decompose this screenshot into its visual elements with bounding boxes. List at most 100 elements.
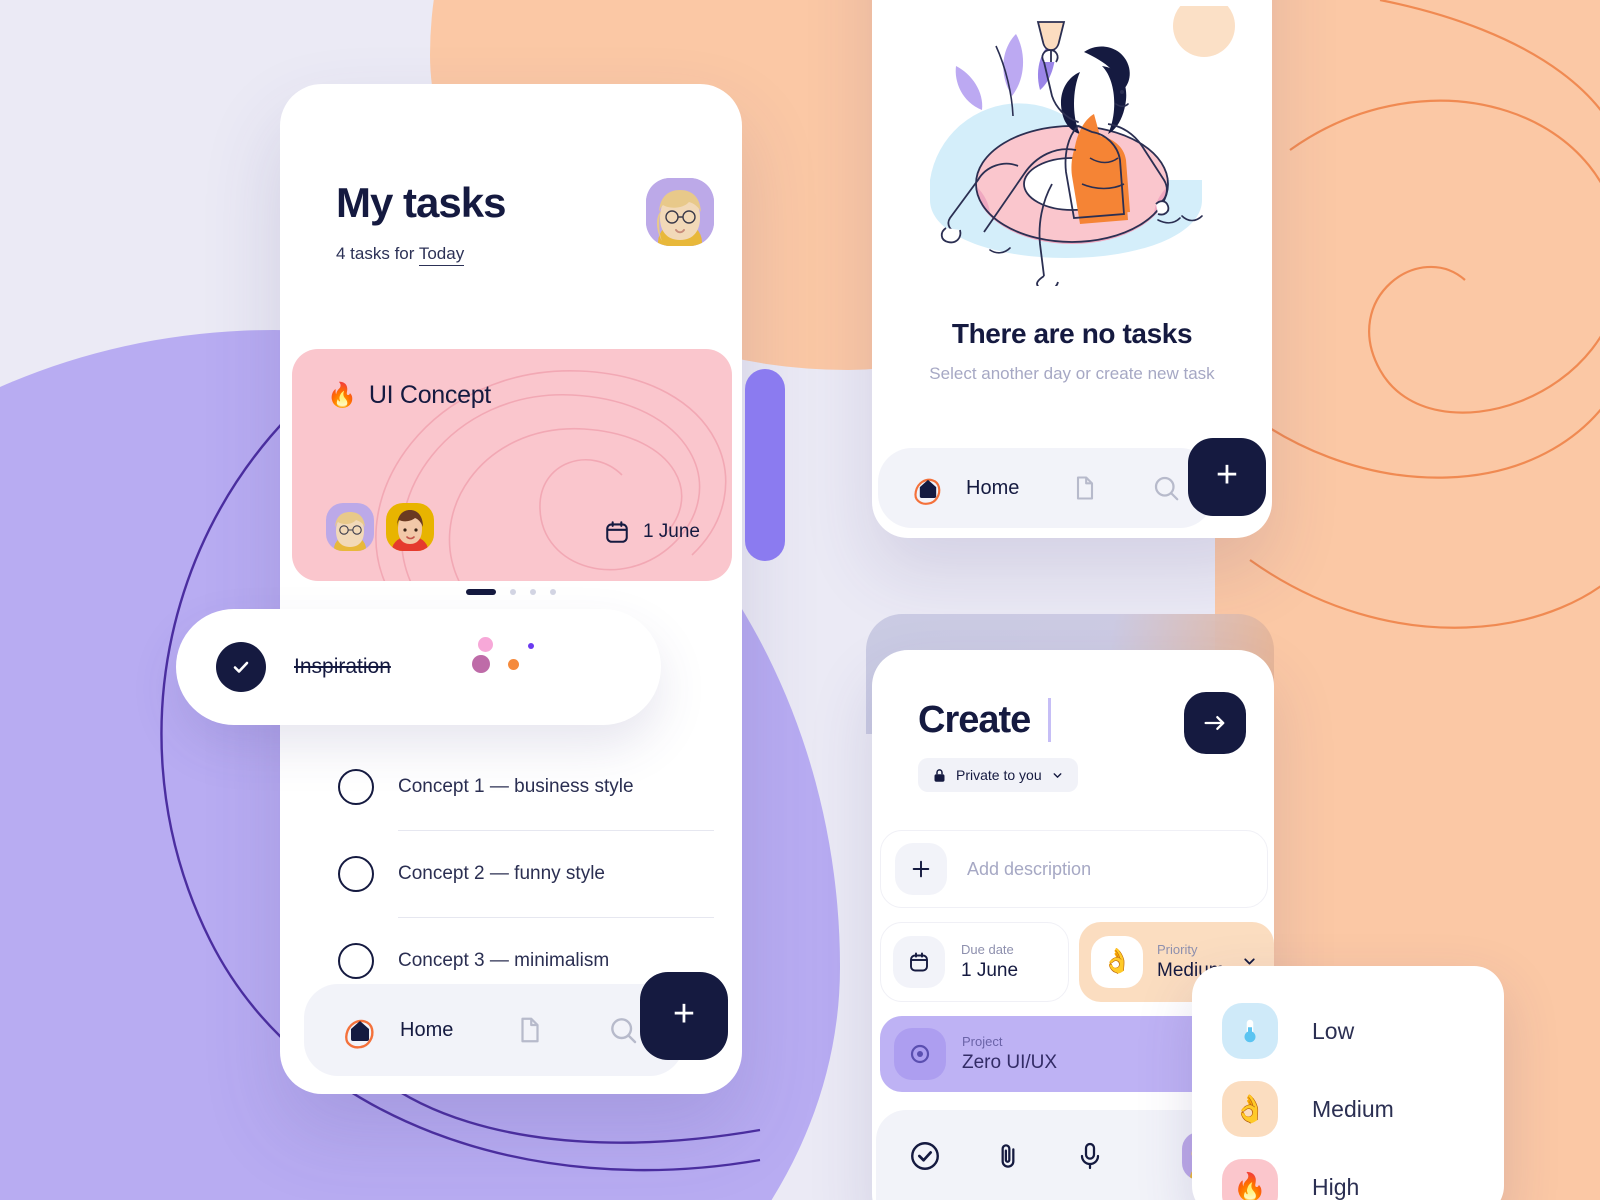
priority-option-low[interactable]: Low bbox=[1222, 992, 1504, 1070]
calendar-icon bbox=[606, 521, 628, 543]
member-avatar-2-image bbox=[386, 503, 434, 551]
avatar[interactable] bbox=[646, 178, 714, 246]
fire-emoji: 🔥 bbox=[327, 381, 357, 409]
lock-icon bbox=[934, 768, 945, 782]
microphone-icon bbox=[1080, 1142, 1100, 1170]
search-icon bbox=[1155, 476, 1179, 501]
arrow-right-icon bbox=[1204, 716, 1225, 730]
list-item[interactable]: Concept 2 — funny style bbox=[338, 831, 714, 917]
empty-state-screen: There are no tasks Select another day or… bbox=[872, 0, 1272, 538]
project-value: Zero UI/UX bbox=[962, 1052, 1058, 1073]
today-link[interactable]: Today bbox=[418, 244, 465, 266]
calendar-icon bbox=[910, 952, 928, 972]
checkmark-glyph bbox=[233, 661, 249, 673]
visibility-dropdown[interactable]: Private to you bbox=[918, 758, 1078, 792]
check-icon[interactable] bbox=[216, 642, 266, 692]
orange-swirl-lines bbox=[1219, 0, 1600, 629]
nav-item-files[interactable] bbox=[515, 1015, 545, 1045]
text-cursor bbox=[1048, 698, 1052, 742]
nav-item-home[interactable]: Home bbox=[908, 468, 1019, 508]
avatar-image bbox=[646, 178, 714, 246]
todo-list: Concept 1 — business style Concept 2 — f… bbox=[338, 744, 714, 1004]
mark-complete-button[interactable] bbox=[908, 1139, 942, 1173]
member-avatar-2[interactable] bbox=[386, 503, 434, 551]
pagination-dot[interactable] bbox=[530, 589, 536, 595]
nav-item-files[interactable] bbox=[1071, 474, 1099, 502]
member-avatar-1[interactable] bbox=[326, 503, 374, 551]
checkbox-unchecked-icon[interactable] bbox=[338, 856, 374, 892]
priority-dropdown-menu[interactable]: Low 👌 Medium 🔥 High bbox=[1192, 966, 1504, 1200]
ok-hand-icon: 👌 bbox=[1091, 936, 1144, 988]
carousel-pagination[interactable] bbox=[280, 589, 742, 595]
featured-card-title: UI Concept bbox=[368, 381, 491, 409]
tasks-header: My tasks 4 tasks for Today bbox=[336, 179, 506, 266]
bottom-navigation: Home bbox=[878, 448, 1214, 528]
submit-button[interactable] bbox=[1184, 692, 1246, 754]
add-task-button[interactable]: + bbox=[1188, 438, 1266, 516]
due-date-field[interactable]: Due date 1 June bbox=[880, 922, 1070, 1002]
visibility-label: Private to you bbox=[956, 767, 1042, 783]
thermometer-icon bbox=[1222, 1003, 1278, 1059]
nav-item-home[interactable]: Home bbox=[338, 1008, 453, 1052]
pagination-dot-active[interactable] bbox=[466, 589, 496, 595]
project-label: Project bbox=[962, 1034, 1003, 1049]
screenshot-stage: My tasks 4 tasks for Today 🔥 UI Concept … bbox=[0, 0, 1600, 1200]
home-icon bbox=[345, 1019, 374, 1049]
attach-file-button[interactable] bbox=[992, 1140, 1024, 1172]
thermometer-glyph bbox=[1244, 1019, 1256, 1043]
priority-option-label: High bbox=[1312, 1173, 1360, 1200]
description-field[interactable]: Add description bbox=[880, 830, 1268, 908]
priority-label: Priority bbox=[1157, 941, 1198, 957]
plus-icon: + bbox=[672, 993, 696, 1035]
woman-on-pool-float-illustration bbox=[894, 6, 1250, 286]
due-date-label: Due date bbox=[961, 941, 1014, 957]
add-description-button[interactable] bbox=[895, 843, 947, 895]
priority-option-high[interactable]: 🔥 High bbox=[1222, 1148, 1504, 1200]
tasks-count-text: 4 tasks for bbox=[336, 244, 419, 263]
file-icon bbox=[1077, 476, 1094, 500]
empty-state-title: There are no tasks bbox=[951, 318, 1193, 349]
tasks-subtitle: 4 tasks for Today bbox=[336, 244, 505, 266]
add-task-button[interactable]: + bbox=[640, 972, 728, 1060]
pagination-dot[interactable] bbox=[550, 589, 556, 595]
search-icon bbox=[611, 1018, 637, 1044]
page-title: My tasks bbox=[336, 179, 506, 226]
todo-label: Concept 3 — minimalism bbox=[398, 950, 610, 971]
featured-card-title-row: 🔥 UI Concept bbox=[327, 381, 491, 410]
featured-card-members bbox=[326, 503, 434, 551]
list-item[interactable]: Concept 1 — business style bbox=[338, 744, 714, 830]
page-title: Create bbox=[918, 698, 1031, 741]
nav-home-label: Home bbox=[400, 1018, 454, 1041]
priority-option-label: Medium bbox=[1312, 1095, 1394, 1122]
description-placeholder: Add description bbox=[967, 858, 1092, 879]
nav-item-search[interactable] bbox=[607, 1014, 639, 1046]
empty-state-subtitle: Select another day or create new task bbox=[929, 364, 1215, 383]
bottom-navigation: Home bbox=[304, 984, 684, 1076]
due-date-value: 1 June bbox=[961, 960, 1019, 982]
tasks-screen: My tasks 4 tasks for Today 🔥 UI Concept … bbox=[176, 84, 785, 1094]
priority-option-medium[interactable]: 👌 Medium bbox=[1222, 1070, 1504, 1148]
create-title-row: Create bbox=[918, 698, 1052, 742]
featured-task-card[interactable]: 🔥 UI Concept 1 June bbox=[292, 349, 732, 581]
plus-icon: + bbox=[1215, 454, 1239, 496]
featured-card-due: 1 June bbox=[604, 519, 700, 545]
fire-icon: 🔥 bbox=[1222, 1159, 1278, 1200]
project-text: Project Zero UI/UX bbox=[962, 1034, 1057, 1074]
circle-dot-icon-wrap bbox=[894, 1028, 946, 1080]
voice-record-button[interactable] bbox=[1074, 1140, 1106, 1172]
due-date-text: Due date 1 June bbox=[961, 942, 1018, 983]
file-icon bbox=[521, 1017, 539, 1043]
paperclip-icon bbox=[1001, 1144, 1015, 1168]
ok-hand-icon: 👌 bbox=[1222, 1081, 1278, 1137]
calendar-icon-wrap bbox=[893, 936, 945, 988]
member-avatar-1-image bbox=[326, 503, 374, 551]
circle-dot-icon bbox=[910, 1044, 930, 1064]
completed-task-item[interactable]: Inspiration bbox=[176, 609, 661, 725]
pagination-dot[interactable] bbox=[510, 589, 516, 595]
featured-card-date: 1 June bbox=[642, 521, 700, 542]
plus-icon bbox=[912, 860, 930, 878]
checkbox-unchecked-icon[interactable] bbox=[338, 769, 374, 805]
next-card-preview[interactable] bbox=[745, 369, 785, 561]
nav-item-search[interactable] bbox=[1151, 473, 1181, 503]
checkbox-unchecked-icon[interactable] bbox=[338, 943, 374, 979]
